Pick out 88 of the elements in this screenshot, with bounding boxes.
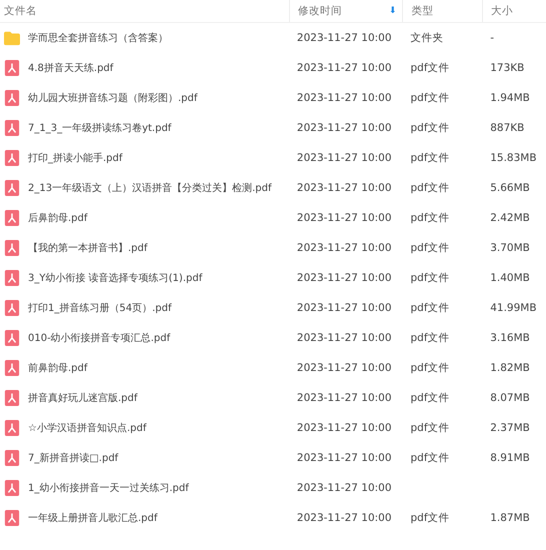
modified-time: 2023-11-27 10:00 — [296, 272, 392, 284]
modified-time: 2023-11-27 10:00 — [296, 182, 392, 194]
file-size: 173KB — [490, 62, 524, 74]
file-type: pdf文件 — [410, 301, 450, 315]
modified-time: 2023-11-27 10:00 — [296, 362, 392, 374]
file-name[interactable]: 【我的第一本拼音书】.pdf — [28, 241, 148, 255]
modified-time: 2023-11-27 10:00 — [296, 482, 392, 494]
file-name[interactable]: 幼儿园大班拼音练习题（附彩图）.pdf — [28, 91, 198, 105]
column-header[interactable]: 修改时间 — [298, 4, 342, 18]
pdf-file-icon — [4, 90, 20, 106]
file-name[interactable]: 打印1_拼音练习册（54页）.pdf — [28, 301, 172, 315]
file-type: pdf文件 — [410, 391, 450, 405]
modified-time: 2023-11-27 10:00 — [296, 392, 392, 404]
modified-time: 2023-11-27 10:00 — [296, 452, 392, 464]
file-name[interactable]: 7_新拼音拼读□.pdf — [28, 451, 118, 465]
file-type: pdf文件 — [410, 91, 450, 105]
file-size: 8.07MB — [490, 392, 530, 404]
file-size: 2.37MB — [490, 422, 530, 434]
modified-time: 2023-11-27 10:00 — [296, 422, 392, 434]
pdf-file-icon — [4, 390, 20, 406]
pdf-file-icon — [4, 330, 20, 346]
file-size: 15.83MB — [490, 152, 537, 164]
column-header[interactable]: 文件名 — [4, 4, 37, 18]
file-type: pdf文件 — [410, 151, 450, 165]
modified-time: 2023-11-27 10:00 — [296, 92, 392, 104]
pdf-file-icon — [4, 300, 20, 316]
file-size: 3.70MB — [490, 242, 530, 254]
pdf-file-icon — [4, 450, 20, 466]
file-type: pdf文件 — [410, 241, 450, 255]
file-name[interactable]: ☆小学汉语拼音知识点.pdf — [28, 421, 146, 435]
modified-time: 2023-11-27 10:00 — [296, 32, 392, 44]
file-size: 41.99MB — [490, 302, 537, 314]
file-name[interactable]: 4.8拼音天天练.pdf — [28, 61, 114, 75]
file-size: 1.87MB — [490, 512, 530, 524]
file-size: 8.91MB — [490, 452, 530, 464]
pdf-file-icon — [4, 480, 20, 496]
pdf-file-icon — [4, 150, 20, 166]
column-header[interactable]: 大小 — [491, 4, 514, 18]
file-type: pdf文件 — [410, 451, 450, 465]
file-size: 1.82MB — [490, 362, 530, 374]
file-name[interactable]: 1_幼小衔接拼音一天一过关练习.pdf — [28, 481, 189, 495]
file-type: pdf文件 — [410, 211, 450, 225]
file-type: pdf文件 — [410, 511, 450, 525]
modified-time: 2023-11-27 10:00 — [296, 302, 392, 314]
file-type: pdf文件 — [410, 271, 450, 285]
file-size: 5.66MB — [490, 182, 530, 194]
modified-time: 2023-11-27 10:00 — [296, 212, 392, 224]
file-type: pdf文件 — [410, 421, 450, 435]
file-type: pdf文件 — [410, 361, 450, 375]
file-name[interactable]: 一年级上册拼音儿歌汇总.pdf — [28, 511, 158, 525]
pdf-file-icon — [4, 270, 20, 286]
file-name[interactable]: 后鼻韵母.pdf — [28, 211, 88, 225]
pdf-file-icon — [4, 510, 20, 526]
pdf-file-icon — [4, 210, 20, 226]
file-size: 2.42MB — [490, 212, 530, 224]
file-type: pdf文件 — [410, 121, 450, 135]
file-name[interactable]: 拼音真好玩儿迷宫版.pdf — [28, 391, 138, 405]
modified-time: 2023-11-27 10:00 — [296, 242, 392, 254]
file-size: 1.40MB — [490, 272, 530, 284]
modified-time: 2023-11-27 10:00 — [296, 512, 392, 524]
file-type: pdf文件 — [410, 61, 450, 75]
file-size: 887KB — [490, 122, 524, 134]
pdf-file-icon — [4, 240, 20, 256]
file-size: - — [490, 32, 494, 44]
folder-icon — [4, 30, 20, 46]
pdf-file-icon — [4, 180, 20, 196]
file-name[interactable]: 3_Y幼小衔接 读音选择专项练习(1).pdf — [28, 271, 202, 285]
modified-time: 2023-11-27 10:00 — [296, 332, 392, 344]
modified-time: 2023-11-27 10:00 — [296, 152, 392, 164]
pdf-file-icon — [4, 420, 20, 436]
file-name[interactable]: 2_13一年级语文（上）汉语拼音【分类过关】检测.pdf — [28, 181, 272, 195]
file-name[interactable]: 打印_拼读小能手.pdf — [28, 151, 122, 165]
file-size: 3.16MB — [490, 332, 530, 344]
file-name[interactable]: 学而思全套拼音练习（含答案） — [28, 31, 168, 45]
pdf-file-icon — [4, 360, 20, 376]
file-type: pdf文件 — [410, 331, 450, 345]
file-name[interactable]: 7_1_3_一年级拼读练习卷yt.pdf — [28, 121, 172, 135]
file-type: pdf文件 — [410, 181, 450, 195]
file-type: 文件夹 — [410, 31, 444, 45]
file-name[interactable]: 010-幼小衔接拼音专项汇总.pdf — [28, 331, 170, 345]
file-size: 1.94MB — [490, 92, 530, 104]
pdf-file-icon — [4, 60, 20, 76]
pdf-file-icon — [4, 120, 20, 136]
modified-time: 2023-11-27 10:00 — [296, 122, 392, 134]
modified-time: 2023-11-27 10:00 — [296, 62, 392, 74]
column-header[interactable]: 类型 — [411, 4, 434, 18]
file-name[interactable]: 前鼻韵母.pdf — [28, 361, 88, 375]
sort-arrow-icon[interactable]: ⬇ — [388, 6, 396, 16]
